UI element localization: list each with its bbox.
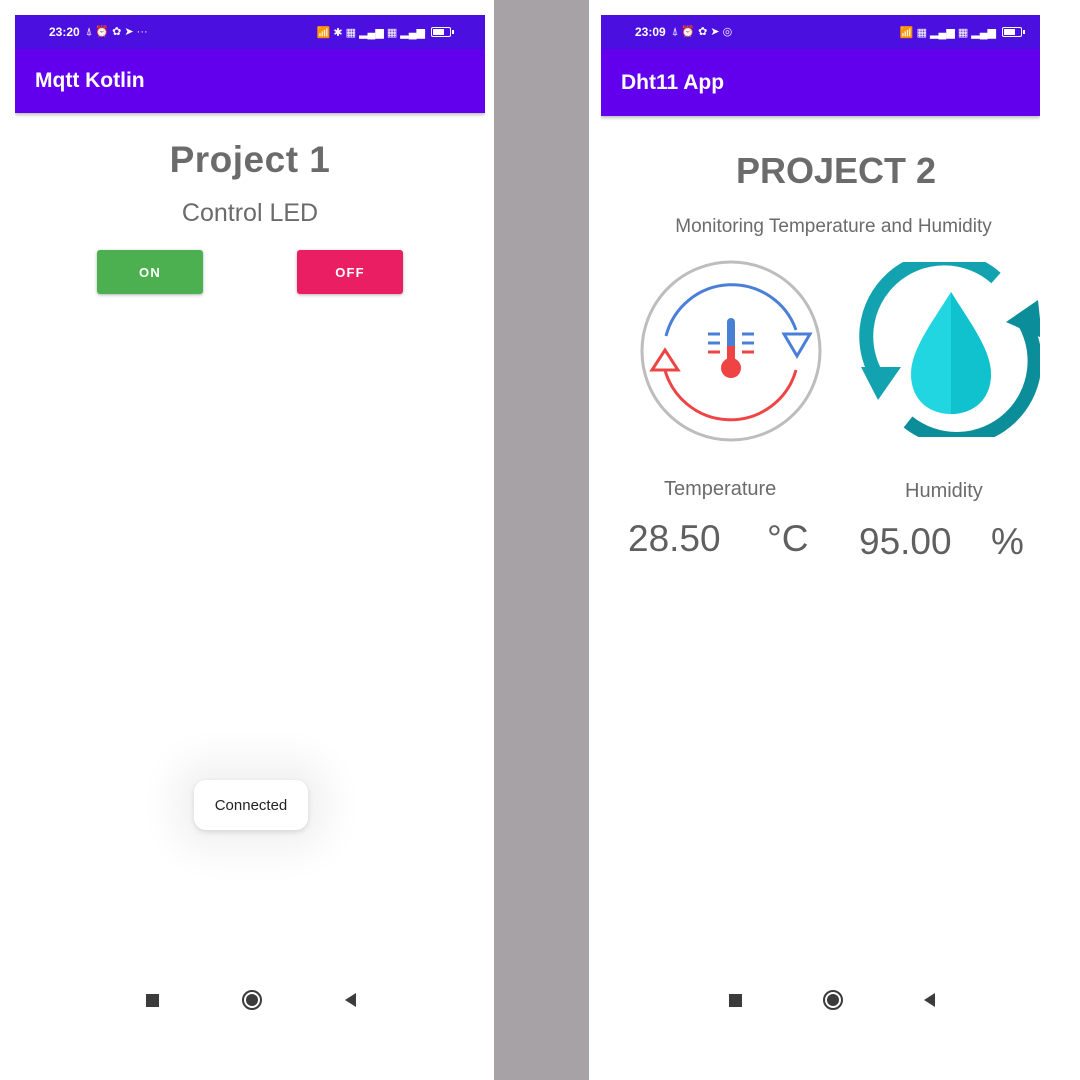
led-off-button[interactable]: OFF — [297, 250, 403, 294]
page-subtitle: Monitoring Temperature and Humidity — [675, 216, 992, 237]
temperature-value: 28.50 — [628, 518, 721, 559]
app-bar: Mqtt Kotlin — [15, 49, 485, 113]
status-time: 23:09 — [635, 25, 666, 39]
recent-apps-icon[interactable] — [729, 993, 742, 1007]
home-icon[interactable] — [242, 990, 262, 1010]
humidity-label: Humidity — [905, 480, 983, 502]
status-time: 23:20 — [49, 25, 80, 39]
water-drop-cycle-icon — [859, 262, 1040, 437]
recent-apps-icon[interactable] — [146, 993, 159, 1007]
system-nav-bar — [146, 987, 356, 1013]
app-title: Dht11 App — [621, 70, 725, 94]
status-bar: 23:20 ⍋ ⏰ ✿ ➤ ··· 📶 ✱ ▦ ▂▄▆ ▦ ▂▄▆ — [15, 15, 485, 49]
humidity-unit: % — [991, 521, 1024, 562]
signal-icons: 📶 ✱ ▦ ▂▄▆ ▦ ▂▄▆ — [316, 26, 425, 39]
notification-icons: ⍋ ⏰ ✿ ➤ ◎ — [671, 26, 733, 38]
system-nav-bar — [729, 987, 935, 1013]
screenshot-divider — [494, 0, 589, 1080]
back-icon[interactable] — [345, 993, 356, 1007]
led-on-button[interactable]: ON — [97, 250, 203, 294]
page-title: PROJECT 2 — [735, 150, 937, 191]
phone-screen-dht11: 23:09 ⍋ ⏰ ✿ ➤ ◎ 📶 ▦ ▂▄▆ ▦ ▂▄▆ Dht11 App … — [601, 0, 1040, 1080]
battery-icon — [431, 27, 454, 37]
home-icon[interactable] — [823, 990, 843, 1010]
notification-icons: ⍋ ⏰ ✿ ➤ ··· — [85, 26, 148, 38]
page-title: Project 1 — [169, 139, 331, 180]
thermometer-cycle-icon — [640, 260, 822, 442]
app-title: Mqtt Kotlin — [35, 69, 145, 92]
phone-screen-mqtt: 23:20 ⍋ ⏰ ✿ ➤ ··· 📶 ✱ ▦ ▂▄▆ ▦ ▂▄▆ Mqtt K… — [15, 0, 485, 1080]
app-bar: Dht11 App — [601, 49, 1040, 116]
connected-toast: Connected — [194, 780, 308, 830]
signal-icons: 📶 ▦ ▂▄▆ ▦ ▂▄▆ — [899, 26, 996, 39]
battery-icon — [1002, 27, 1025, 37]
back-icon[interactable] — [924, 993, 935, 1007]
temperature-label: Temperature — [664, 478, 777, 500]
status-bar: 23:09 ⍋ ⏰ ✿ ➤ ◎ 📶 ▦ ▂▄▆ ▦ ▂▄▆ — [601, 15, 1040, 49]
page-subtitle: Control LED — [181, 199, 319, 227]
temperature-unit: °C — [767, 518, 809, 559]
humidity-value: 95.00 — [859, 521, 952, 562]
